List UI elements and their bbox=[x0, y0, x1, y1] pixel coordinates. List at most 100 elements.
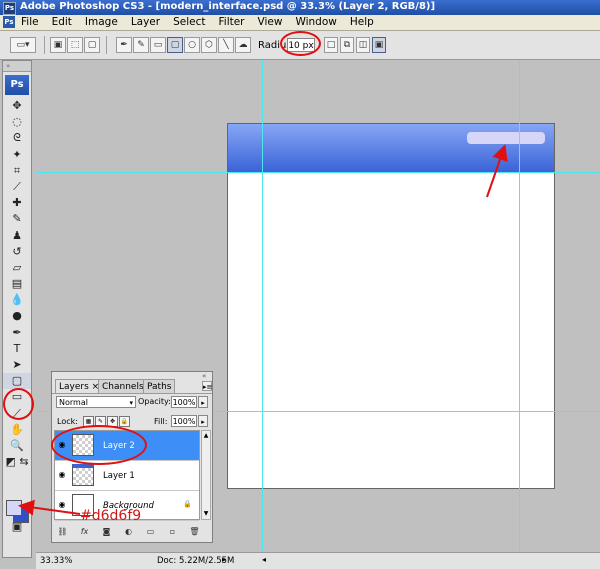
layers-scrollbar[interactable]: ▲ ▼ bbox=[201, 430, 211, 520]
default-colors-icon[interactable]: ◩ ⇆ bbox=[3, 454, 31, 470]
add-shape-mode-icon[interactable]: ⧉ bbox=[340, 37, 354, 53]
pen-tool-icon[interactable]: ✒ bbox=[3, 325, 31, 341]
tab-paths[interactable]: Paths bbox=[143, 379, 176, 393]
tab-layers[interactable]: Layers × bbox=[55, 379, 104, 393]
ps-logo: Ps bbox=[5, 75, 29, 95]
layer-style-icon[interactable]: fx bbox=[78, 525, 91, 538]
eraser-tool-icon[interactable]: ▱ bbox=[3, 260, 31, 276]
dodge-tool-icon[interactable]: ● bbox=[3, 308, 31, 324]
blend-mode-select[interactable]: Normal ▾ bbox=[56, 396, 136, 408]
blur-tool-icon[interactable]: 💧 bbox=[3, 292, 31, 308]
intersect-mode-icon[interactable]: ▣ bbox=[372, 37, 386, 53]
clone-stamp-tool-icon[interactable]: ♟ bbox=[3, 228, 31, 244]
group-icon[interactable]: ▭ bbox=[144, 525, 157, 538]
tool-preset-picker-icon[interactable]: ▭▾ bbox=[10, 37, 36, 53]
layer-row[interactable]: ◉ Layer 1 bbox=[55, 461, 199, 491]
title-bar: Ps Adobe Photoshop CS3 - [modern_interfa… bbox=[0, 0, 600, 15]
hand-tool-icon[interactable]: ✋ bbox=[3, 422, 31, 438]
fill-pixels-icon[interactable]: ▢ bbox=[84, 37, 100, 53]
status-menu-icon[interactable]: ▸ bbox=[222, 555, 226, 564]
status-bar: 33.33% Doc: 5.22M/2.55M ▸ ◂ bbox=[36, 552, 600, 569]
crop-tool-icon[interactable]: ⌗ bbox=[3, 163, 31, 179]
type-tool-icon[interactable]: T bbox=[3, 341, 31, 357]
brush-tool-icon[interactable]: ✎ bbox=[3, 211, 31, 227]
gradient-tool-icon[interactable]: ▤ bbox=[3, 276, 31, 292]
opacity-label: Opacity: bbox=[138, 397, 171, 406]
color-hex-annotation: #d6d6f9 bbox=[80, 508, 142, 524]
opacity-slider-icon[interactable]: ▸ bbox=[198, 396, 208, 408]
marquee-tool-icon[interactable]: ◌ bbox=[3, 114, 31, 130]
window-title: Adobe Photoshop CS3 - [modern_interface.… bbox=[20, 1, 436, 12]
freeform-pen-icon[interactable]: ✎ bbox=[133, 37, 149, 53]
layer-mask-icon[interactable]: ◙ bbox=[100, 525, 113, 538]
pen-icon[interactable]: ✒ bbox=[116, 37, 132, 53]
panel-menu-icon[interactable]: ▸≡ bbox=[202, 381, 212, 391]
new-layer-icon[interactable]: ▫ bbox=[166, 525, 179, 538]
menu-help[interactable]: Help bbox=[350, 16, 374, 28]
shape-layers-icon[interactable]: ▣ bbox=[50, 37, 66, 53]
menu-window[interactable]: Window bbox=[295, 16, 336, 28]
layers-bottom-bar: ⛓ fx ◙ ◐ ▭ ▫ 🗑 bbox=[56, 525, 208, 539]
app-icon: Ps bbox=[3, 2, 16, 15]
radius-highlight-circle bbox=[280, 31, 321, 56]
opacity-input[interactable]: 100% bbox=[171, 396, 197, 408]
layer-thumbnail bbox=[72, 464, 94, 486]
history-brush-tool-icon[interactable]: ↺ bbox=[3, 244, 31, 260]
menu-layer[interactable]: Layer bbox=[131, 16, 160, 28]
path-selection-tool-icon[interactable]: ➤ bbox=[3, 357, 31, 373]
new-layer-mode-icon[interactable]: □ bbox=[324, 37, 338, 53]
eyedropper-tool-icon[interactable]: ⟋ bbox=[3, 179, 31, 195]
menu-file[interactable]: File bbox=[21, 16, 39, 28]
rectangle-icon[interactable]: ▭ bbox=[150, 37, 166, 53]
layer-name: Layer 1 bbox=[103, 471, 135, 481]
adjustment-layer-icon[interactable]: ◐ bbox=[122, 525, 135, 538]
paths-icon[interactable]: ⬚ bbox=[67, 37, 83, 53]
toolbox-grip[interactable]: » bbox=[3, 61, 31, 72]
eye-icon[interactable]: ◉ bbox=[57, 500, 67, 510]
guide-vertical[interactable] bbox=[519, 60, 520, 552]
toolbox: » Ps ✥ ◌ ᘓ ✦ ⌗ ⟋ ✚ ✎ ♟ ↺ ▱ ▤ 💧 ● ✒ T ➤ ▢… bbox=[2, 60, 32, 558]
ps-menu-icon[interactable]: Ps bbox=[3, 16, 15, 28]
rounded-rectangle-shape[interactable] bbox=[467, 132, 545, 144]
zoom-tool-icon[interactable]: 🔍 bbox=[3, 438, 31, 454]
healing-brush-tool-icon[interactable]: ✚ bbox=[3, 195, 31, 211]
menu-select[interactable]: Select bbox=[173, 16, 205, 28]
custom-shape-icon[interactable]: ☁ bbox=[235, 37, 251, 53]
guide-vertical[interactable] bbox=[262, 60, 263, 552]
rounded-rectangle-icon[interactable]: ▢ bbox=[167, 37, 183, 53]
eye-icon[interactable]: ◉ bbox=[57, 470, 67, 480]
rounded-rectangle-tool-icon[interactable]: ▢ bbox=[3, 373, 31, 390]
scroll-left-icon[interactable]: ◂ bbox=[262, 555, 266, 564]
document-canvas[interactable] bbox=[227, 123, 555, 489]
ellipse-icon[interactable]: ○ bbox=[184, 37, 200, 53]
blue-header-bar bbox=[228, 124, 554, 172]
fill-input[interactable]: 100% bbox=[171, 415, 197, 427]
menu-view[interactable]: View bbox=[258, 16, 283, 28]
menu-image[interactable]: Image bbox=[85, 16, 118, 28]
menu-filter[interactable]: Filter bbox=[219, 16, 245, 28]
lock-icon: 🔒 bbox=[183, 500, 192, 508]
move-tool-icon[interactable]: ✥ bbox=[3, 98, 31, 114]
scroll-down-icon[interactable]: ▼ bbox=[202, 509, 210, 519]
lasso-tool-icon[interactable]: ᘓ bbox=[3, 130, 31, 146]
foreground-color-swatch[interactable] bbox=[6, 500, 22, 516]
guide-horizontal[interactable] bbox=[36, 172, 600, 173]
tool-highlight-circle bbox=[3, 388, 34, 420]
lock-label: Lock: bbox=[57, 417, 78, 426]
menu-bar: Ps File Edit Image Layer Select Filter V… bbox=[0, 15, 600, 31]
lock-all-icon[interactable]: 🔒 bbox=[119, 416, 130, 427]
trash-icon[interactable]: 🗑 bbox=[188, 525, 201, 538]
tab-channels[interactable]: Channels bbox=[98, 379, 148, 393]
polygon-icon[interactable]: ⬡ bbox=[201, 37, 217, 53]
link-layers-icon[interactable]: ⛓ bbox=[56, 525, 69, 538]
layer-highlight-circle bbox=[51, 425, 147, 465]
zoom-level[interactable]: 33.33% bbox=[40, 556, 72, 566]
subtract-mode-icon[interactable]: ◫ bbox=[356, 37, 370, 53]
menu-edit[interactable]: Edit bbox=[52, 16, 72, 28]
fill-label: Fill: bbox=[154, 417, 168, 426]
scroll-up-icon[interactable]: ▲ bbox=[202, 431, 210, 441]
chevron-down-icon: ▾ bbox=[129, 399, 133, 407]
fill-slider-icon[interactable]: ▸ bbox=[198, 415, 208, 427]
line-icon[interactable]: ╲ bbox=[218, 37, 234, 53]
magic-wand-tool-icon[interactable]: ✦ bbox=[3, 147, 31, 163]
